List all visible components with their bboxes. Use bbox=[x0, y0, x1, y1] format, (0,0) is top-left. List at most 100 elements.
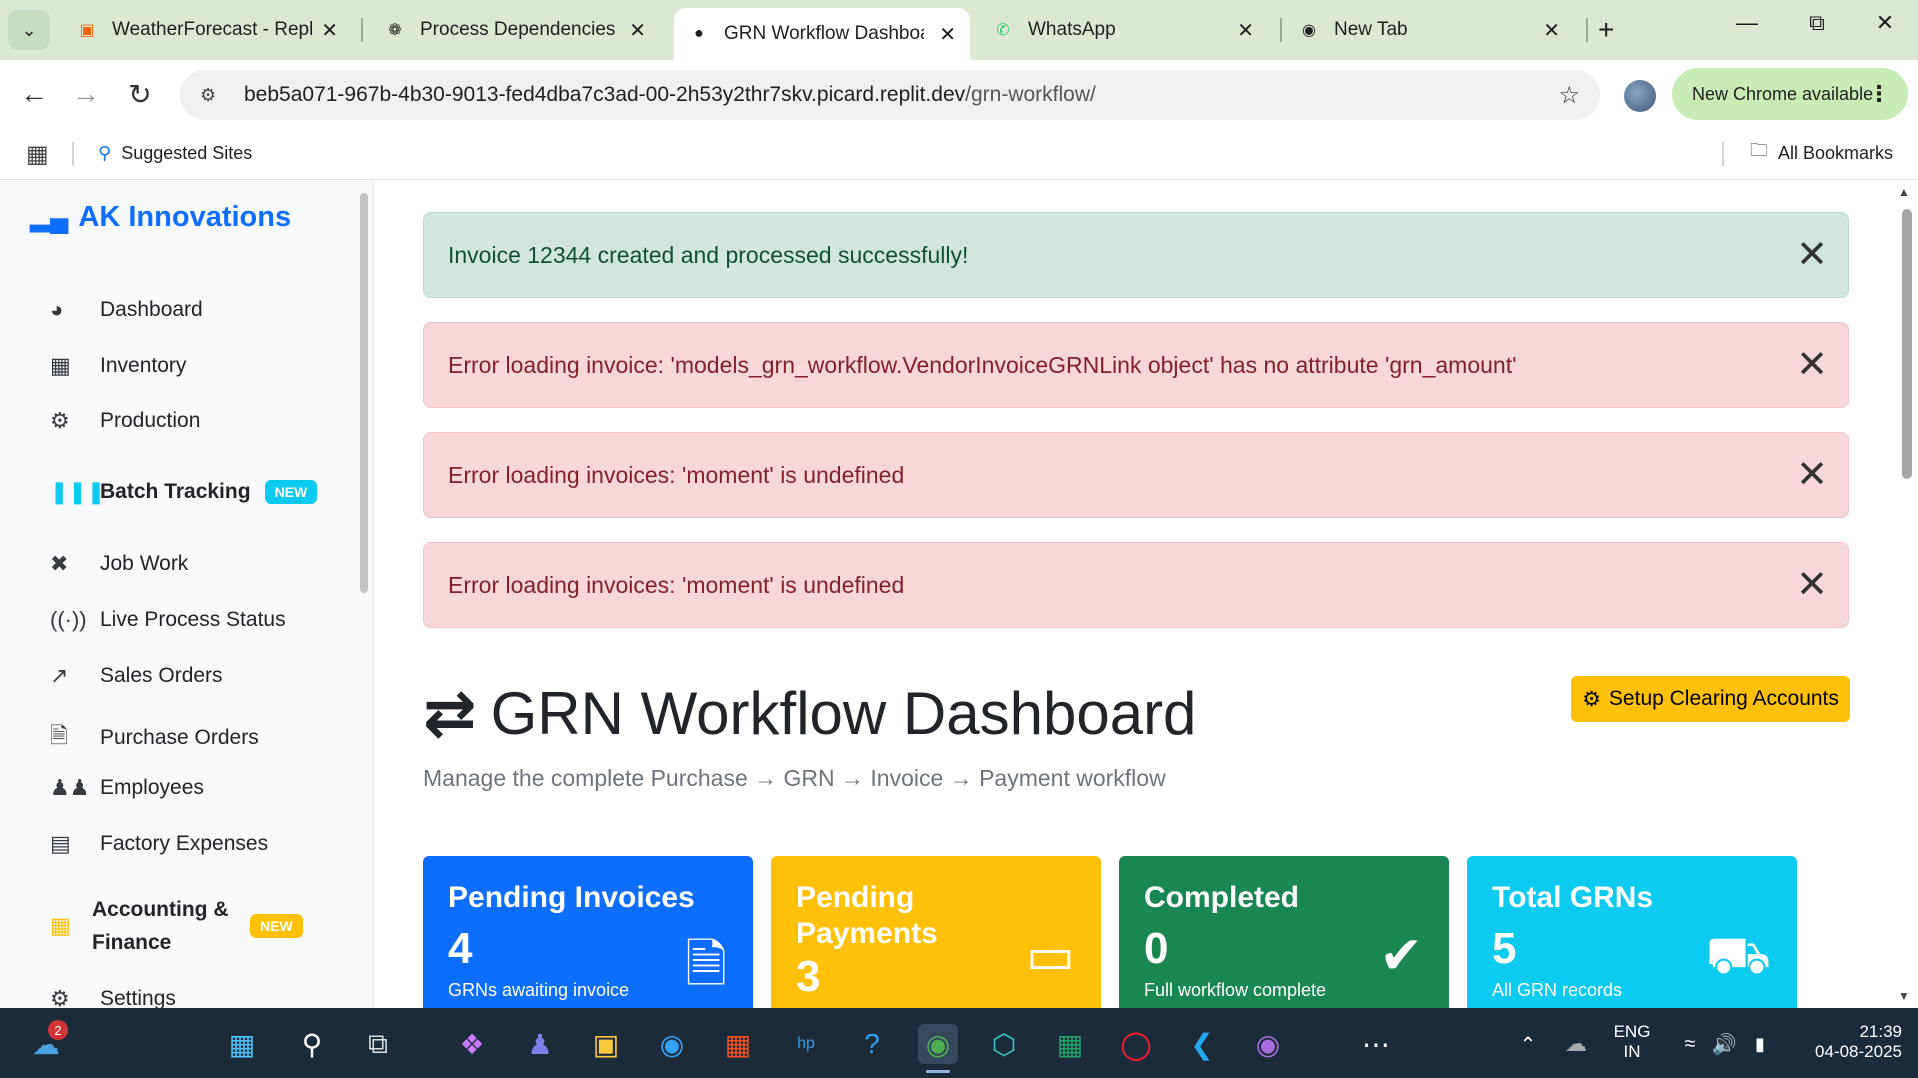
search-icon[interactable]: ⚲ bbox=[292, 1024, 332, 1064]
tab-weatherforecast[interactable]: ▣ WeatherForecast - Replit ✕ bbox=[62, 8, 352, 52]
close-icon[interactable]: ✕ bbox=[629, 18, 646, 43]
bookmark-star-icon[interactable]: ☆ bbox=[1558, 81, 1580, 110]
scroll-down-icon[interactable]: ▼ bbox=[1898, 989, 1910, 1003]
teams-icon[interactable]: ♟ bbox=[520, 1024, 560, 1064]
calculator-icon: ▦ bbox=[50, 913, 71, 938]
reload-button[interactable]: ↻ bbox=[122, 76, 158, 112]
app-icon[interactable]: ⬡ bbox=[984, 1024, 1024, 1064]
github-icon[interactable]: ◉ bbox=[1248, 1024, 1288, 1064]
help-icon[interactable]: ? bbox=[852, 1024, 892, 1064]
all-bookmarks-button[interactable]: 🗀 All Bookmarks bbox=[1750, 138, 1893, 168]
vscode-icon[interactable]: ❮ bbox=[1182, 1024, 1222, 1064]
sidebar-item-label: Settings bbox=[100, 987, 176, 1008]
windows-start-icon[interactable]: ▦ bbox=[222, 1024, 262, 1064]
sidebar-item-settings[interactable]: ⚙ Settings bbox=[50, 986, 176, 1008]
back-button[interactable]: ← bbox=[16, 76, 52, 112]
receipt-icon: ▤ bbox=[50, 831, 71, 856]
file-explorer-icon[interactable]: ▣ bbox=[586, 1024, 626, 1064]
tab-grn-workflow[interactable]: ● GRN Workflow Dashboar ✕ bbox=[674, 8, 970, 60]
sidebar-item-factory-expenses[interactable]: ▤ Factory Expenses bbox=[50, 831, 268, 857]
clock[interactable]: 21:39 04-08-2025 bbox=[1792, 1022, 1902, 1062]
onedrive-icon[interactable]: ☁ bbox=[1556, 1024, 1596, 1064]
scroll-up-icon[interactable]: ▲ bbox=[1898, 185, 1910, 199]
restore-icon: ⧉ bbox=[1809, 10, 1825, 35]
sidebar-item-live-process-status[interactable]: ((·)) Live Process Status bbox=[50, 607, 286, 633]
language-indicator[interactable]: ENG IN bbox=[1610, 1022, 1654, 1062]
excel-icon[interactable]: ▦ bbox=[1050, 1024, 1090, 1064]
edge-icon[interactable]: ◉ bbox=[652, 1024, 692, 1064]
users-icon: ♟♟ bbox=[50, 775, 90, 800]
chrome-update-button[interactable]: New Chrome available ⋮ bbox=[1672, 68, 1908, 120]
battery-icon[interactable]: ▮ bbox=[1740, 1024, 1780, 1064]
close-icon[interactable]: ✕ bbox=[1237, 18, 1254, 43]
close-window-button[interactable]: ✕ bbox=[1860, 10, 1910, 36]
sidebar-item-sales-orders[interactable]: ↗ Sales Orders bbox=[50, 663, 223, 689]
task-view-icon[interactable]: ⧉ bbox=[358, 1024, 398, 1064]
address-bar[interactable]: ⚙ beb5a071-967b-4b30-9013-fed4dba7c3ad-0… bbox=[180, 70, 1600, 120]
close-icon[interactable]: ✕ bbox=[1543, 18, 1560, 43]
more-icon[interactable]: ⋯ bbox=[1356, 1024, 1396, 1064]
store-icon[interactable]: ▦ bbox=[718, 1024, 758, 1064]
tab-whatsapp[interactable]: ✆ WhatsApp ✕ bbox=[978, 8, 1268, 52]
opera-icon[interactable]: ◯ bbox=[1116, 1024, 1156, 1064]
alert-error: Error loading invoices: 'moment' is unde… bbox=[423, 432, 1849, 518]
copilot-icon[interactable]: ❖ bbox=[452, 1024, 492, 1064]
button-label: Setup Clearing Accounts bbox=[1608, 687, 1839, 710]
sidebar-item-label: Purchase Orders bbox=[100, 726, 259, 749]
new-tab-button[interactable]: + bbox=[1598, 14, 1614, 46]
close-icon[interactable]: ✕ bbox=[939, 22, 956, 47]
myhp-icon[interactable]: hp bbox=[786, 1024, 826, 1064]
date-label: 04-08-2025 bbox=[1815, 1042, 1902, 1061]
url-text[interactable]: beb5a071-967b-4b30-9013-fed4dba7c3ad-00-… bbox=[244, 83, 1096, 107]
sidebar-item-production[interactable]: ⚙ Production bbox=[50, 408, 200, 434]
apps-grid-icon[interactable]: ▦ bbox=[26, 140, 49, 169]
check-circle-icon: ✔ bbox=[1379, 927, 1423, 985]
volume-icon[interactable]: 🔊 bbox=[1704, 1024, 1744, 1064]
sidebar-scrollbar[interactable] bbox=[360, 193, 368, 593]
minimize-button[interactable]: — bbox=[1722, 10, 1772, 36]
sidebar-item-label: Live Process Status bbox=[100, 608, 286, 631]
time-label: 21:39 bbox=[1859, 1022, 1902, 1041]
sidebar-item-job-work[interactable]: ✖ Job Work bbox=[50, 551, 188, 577]
url-host: beb5a071-967b-4b30-9013-fed4dba7c3ad-00-… bbox=[244, 83, 966, 106]
tab-title: New Tab bbox=[1334, 19, 1408, 40]
tab-new-tab[interactable]: ◉ New Tab ✕ bbox=[1284, 8, 1574, 52]
setup-clearing-accounts-button[interactable]: ⚙ Setup Clearing Accounts bbox=[1571, 676, 1850, 722]
tab-search-button[interactable]: ⌄ bbox=[8, 10, 50, 50]
sidebar-item-accounting-finance[interactable]: ▦ Accounting & Finance NEW bbox=[50, 893, 303, 959]
cogs-icon: ⚙ bbox=[50, 408, 70, 433]
chevron-up-icon[interactable]: ⌃ bbox=[1508, 1024, 1548, 1064]
folder-icon: 🗀 bbox=[1750, 140, 1768, 160]
tab-process-dependencies[interactable]: ❁ Process Dependencies O ✕ bbox=[370, 8, 660, 52]
sidebar-item-batch-tracking[interactable]: ❚❚❚ Batch Tracking NEW bbox=[50, 479, 318, 505]
bookmark-separator bbox=[72, 142, 74, 166]
bookmarks-bar: ▦ ⚲ Suggested Sites 🗀 All Bookmarks bbox=[0, 128, 1918, 180]
close-icon[interactable]: ✕ bbox=[1796, 345, 1828, 385]
new-badge: NEW bbox=[264, 480, 318, 504]
plus-icon: + bbox=[1598, 14, 1615, 45]
sidebar-item-purchase-orders[interactable]: 🗎 Purchase Orders bbox=[50, 719, 259, 757]
arrow-left-icon: ← bbox=[20, 78, 48, 109]
chrome-icon[interactable]: ◉ bbox=[918, 1024, 958, 1064]
region-label: IN bbox=[1623, 1042, 1641, 1061]
close-icon[interactable]: ✕ bbox=[1796, 235, 1828, 275]
tab-title: GRN Workflow Dashboar bbox=[724, 23, 924, 44]
site-info-icon[interactable]: ⚙ bbox=[200, 85, 230, 106]
close-icon[interactable]: ✕ bbox=[1796, 565, 1828, 605]
close-icon[interactable]: ✕ bbox=[1796, 455, 1828, 495]
forward-button[interactable]: → bbox=[68, 76, 104, 112]
sidebar-item-employees[interactable]: ♟♟ Employees bbox=[50, 775, 204, 801]
page-scrollbar-thumb[interactable] bbox=[1902, 209, 1912, 479]
sidebar-item-label: Inventory bbox=[100, 354, 187, 377]
tab-title: Process Dependencies O bbox=[420, 19, 620, 40]
url-path: /grn-workflow/ bbox=[965, 83, 1096, 106]
alert-error: Error loading invoice: 'models_grn_workf… bbox=[423, 322, 1849, 408]
bookmark-suggested-sites[interactable]: ⚲ Suggested Sites bbox=[98, 138, 252, 168]
minimize-icon: — bbox=[1736, 10, 1758, 35]
profile-avatar[interactable] bbox=[1624, 80, 1656, 112]
sidebar-item-inventory[interactable]: ▦ Inventory bbox=[50, 353, 186, 379]
close-icon[interactable]: ✕ bbox=[321, 18, 338, 43]
sidebar-item-dashboard[interactable]: ◕ Dashboard bbox=[50, 297, 203, 323]
brand[interactable]: ▂▄ AK Innovations bbox=[30, 201, 291, 234]
restore-button[interactable]: ⧉ bbox=[1792, 10, 1842, 36]
